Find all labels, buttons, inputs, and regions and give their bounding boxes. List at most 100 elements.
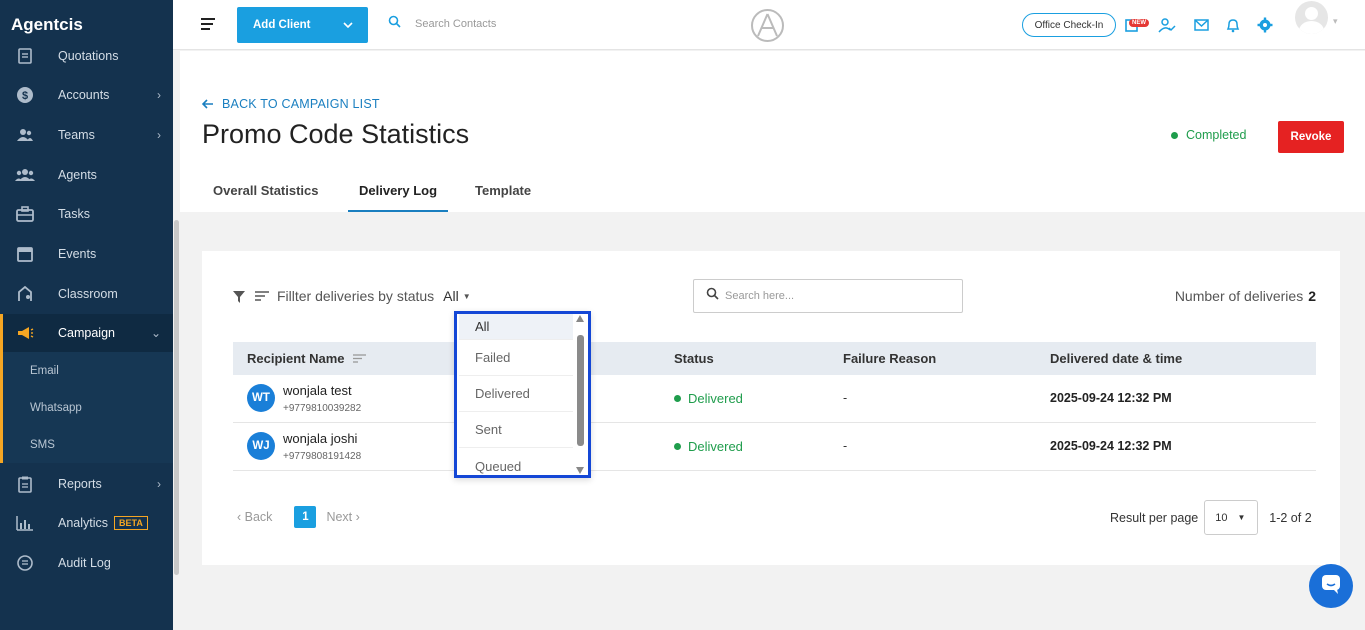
chat-icon <box>1320 573 1342 600</box>
sidebar-item-label: Quotations <box>58 49 119 63</box>
user-avatar[interactable] <box>1295 1 1328 34</box>
audit-icon <box>14 554 36 572</box>
table-row[interactable]: WJ wonjala joshi +9779808191428 Delivere… <box>233 423 1316 471</box>
revoke-button[interactable]: Revoke <box>1278 121 1344 153</box>
svg-text:$: $ <box>22 90 28 102</box>
search-icon <box>706 287 719 305</box>
filter-label: Fillter deliveries by status <box>277 288 435 304</box>
dropdown-option-sent[interactable]: Sent <box>459 412 573 448</box>
bell-icon[interactable] <box>1224 16 1242 34</box>
document-icon <box>14 47 36 65</box>
dropdown-option-failed[interactable]: Failed <box>459 340 573 376</box>
sidebar-item-audit-log[interactable]: Audit Log <box>0 544 173 582</box>
mail-icon[interactable] <box>1192 16 1210 34</box>
gear-icon[interactable] <box>1256 16 1274 34</box>
sidebar-item-classroom[interactable]: Classroom <box>0 275 173 313</box>
column-recipient-name[interactable]: Recipient Name <box>247 351 366 366</box>
tab-template[interactable]: Template <box>475 176 531 212</box>
delivery-search[interactable] <box>693 279 963 313</box>
sidebar-item-tasks[interactable]: Tasks <box>0 195 173 233</box>
campaign-status-badge: Completed <box>1171 128 1246 142</box>
contact-search[interactable]: Search Contacts <box>388 15 496 33</box>
sidebar-scrollbar[interactable] <box>173 50 180 630</box>
scroll-up-arrow-icon[interactable] <box>576 315 584 322</box>
chat-support-button[interactable] <box>1309 564 1353 608</box>
calendar-icon <box>14 245 36 263</box>
sidebar-item-label: Classroom <box>58 287 118 301</box>
sidebar-item-label: Audit Log <box>58 556 111 570</box>
scrollbar-thumb[interactable] <box>577 335 584 446</box>
arrow-left-icon <box>201 96 214 112</box>
scroll-down-arrow-icon[interactable] <box>576 467 584 474</box>
dropdown-option-all[interactable]: All <box>459 314 573 340</box>
status-dot <box>1171 131 1178 139</box>
chevron-down-icon[interactable] <box>328 7 368 43</box>
company-logo[interactable] <box>751 9 784 42</box>
scrollbar-thumb[interactable] <box>174 220 179 575</box>
sidebar-subitem-email[interactable]: Email <box>0 352 173 389</box>
sort-icon[interactable] <box>255 288 269 304</box>
sidebar: Agentcis Quotations $ Accounts › Teams ›… <box>0 0 173 630</box>
next-label: Next <box>326 510 353 524</box>
tab-delivery-log[interactable]: Delivery Log <box>348 176 449 212</box>
sidebar-item-reports[interactable]: Reports › <box>0 465 173 503</box>
status-filter-select[interactable]: All <box>443 288 459 304</box>
dropdown-option-delivered[interactable]: Delivered <box>459 376 573 412</box>
sort-icon[interactable] <box>352 351 366 366</box>
chevron-right-icon: › <box>157 128 161 142</box>
status-filter-dropdown[interactable]: All Failed Delivered Sent Queued <box>454 311 591 478</box>
table-header: Recipient Name Status Failure Reason Del… <box>233 342 1316 375</box>
delivery-search-input[interactable] <box>725 290 945 302</box>
status-label: Completed <box>1186 128 1247 142</box>
office-checkin-button[interactable]: Office Check-In <box>1022 13 1116 37</box>
chevron-down-icon[interactable]: ▾ <box>1333 16 1338 27</box>
clipboard-icon <box>14 475 36 493</box>
sidebar-item-label: Reports <box>58 477 102 491</box>
new-badge: NEW <box>1129 19 1149 27</box>
menu-toggle-icon[interactable] <box>201 18 215 33</box>
back-to-campaign-link[interactable]: BACK TO CAMPAIGN LIST <box>201 96 380 112</box>
sidebar-item-agents[interactable]: Agents <box>0 156 173 194</box>
next-page-button[interactable]: Next › <box>326 510 359 524</box>
dropdown-option-queued[interactable]: Queued <box>459 449 573 475</box>
sidebar-subitem-whatsapp[interactable]: Whatsapp <box>0 389 173 426</box>
status-label: Delivered <box>688 439 743 454</box>
sidebar-item-label: Teams <box>58 128 95 142</box>
column-delivered-date: Delivered date & time <box>1050 351 1183 366</box>
page-number-button[interactable]: 1 <box>294 506 317 528</box>
add-client-button[interactable]: Add Client <box>237 7 368 43</box>
sidebar-item-quotations[interactable]: Quotations <box>0 37 173 75</box>
delivery-status: Delivered <box>674 391 743 406</box>
recipient-avatar: WJ <box>247 432 275 460</box>
topbar: Add Client Search Contacts Office Check-… <box>173 0 1365 50</box>
recipient-name: wonjala joshi <box>283 431 358 446</box>
back-page-button[interactable]: ‹ Back <box>237 510 272 524</box>
per-page-select[interactable]: 10 ▼ <box>1204 500 1259 535</box>
sidebar-item-campaign[interactable]: Campaign ⌄ <box>0 314 173 352</box>
sidebar-item-events[interactable]: Events <box>0 235 173 273</box>
agents-icon <box>14 166 36 184</box>
caret-down-icon[interactable]: ▼ <box>463 292 471 301</box>
per-page-label: Result per page <box>1110 510 1199 525</box>
count-value: 2 <box>1308 288 1316 304</box>
column-label: Recipient Name <box>247 351 345 366</box>
table-row[interactable]: WT wonjala test +9779810039282 Delivered… <box>233 375 1316 423</box>
sidebar-item-label: Accounts <box>58 88 110 102</box>
back-link-label: BACK TO CAMPAIGN LIST <box>222 97 380 111</box>
sidebar-item-teams[interactable]: Teams › <box>0 116 173 154</box>
megaphone-icon <box>14 324 36 342</box>
dropdown-scrollbar[interactable] <box>575 314 585 475</box>
failure-reason: - <box>843 439 848 453</box>
add-client-label: Add Client <box>253 19 311 31</box>
sidebar-item-accounts[interactable]: $ Accounts › <box>0 76 173 114</box>
sidebar-subitem-sms[interactable]: SMS <box>0 426 173 463</box>
user-check-icon[interactable] <box>1158 16 1176 34</box>
sidebar-item-analytics[interactable]: Analytics BETA <box>0 504 173 542</box>
filter-icon[interactable] <box>233 290 245 303</box>
recipient-name: wonjala test <box>283 383 352 398</box>
tab-overall-statistics[interactable]: Overall Statistics <box>213 176 319 212</box>
status-dot <box>674 395 681 402</box>
delivered-date: 2025-09-24 12:32 PM <box>1050 439 1172 453</box>
results-per-page: Result per page 10 ▼ 1-2 of 2 <box>1110 500 1312 535</box>
failure-reason: - <box>843 391 848 405</box>
